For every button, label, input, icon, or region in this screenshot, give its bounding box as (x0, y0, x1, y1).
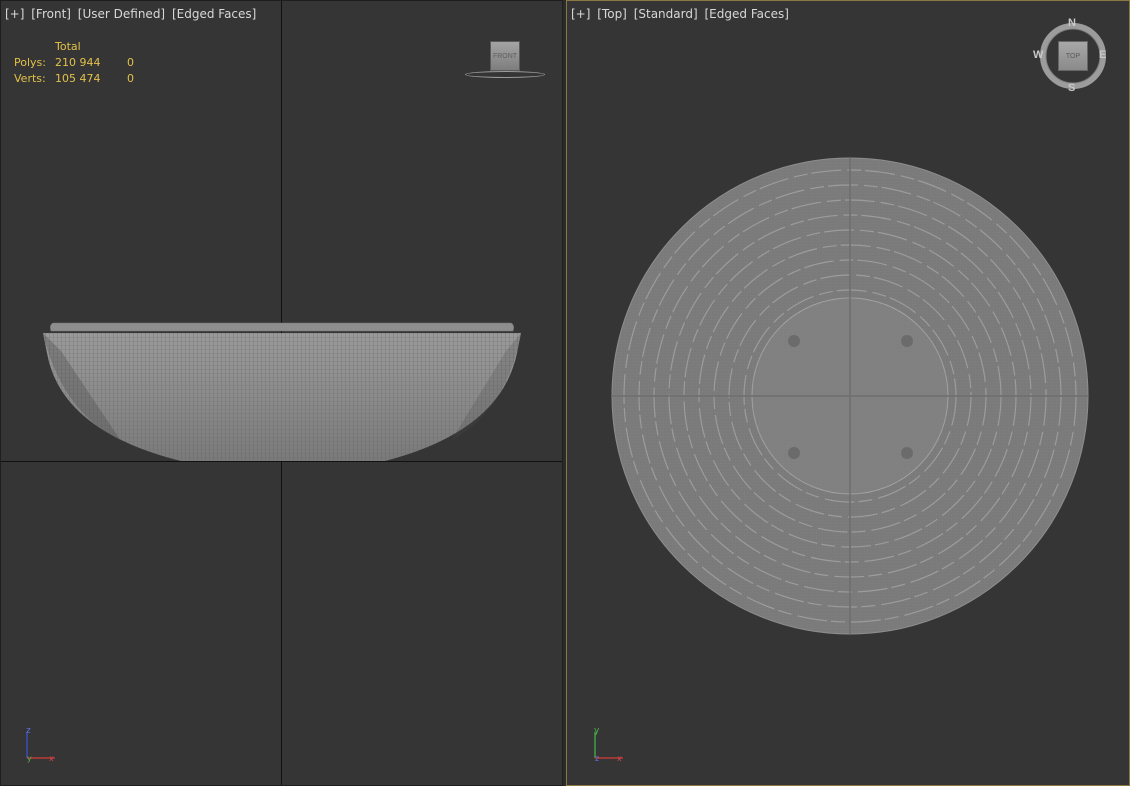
viewcube-compass[interactable]: TOP N S E W (1033, 17, 1107, 94)
viewcube[interactable]: FRONT (465, 41, 545, 81)
compass-west[interactable]: W (1033, 49, 1043, 61)
axis-tripod: z x y (26, 726, 55, 763)
axis-label-center: z (595, 754, 599, 763)
bowl-mesh-front[interactable] (1, 1, 563, 786)
axis-tripod: y x z (594, 726, 623, 763)
compass-south[interactable]: S (1068, 82, 1075, 94)
viewcube-face[interactable]: FRONT (490, 41, 520, 71)
viewcube-face[interactable]: TOP (1058, 41, 1088, 71)
axis-label-center: y (27, 754, 32, 763)
axis-label-right: x (49, 754, 54, 763)
viewcube-ring[interactable] (465, 71, 545, 78)
bowl-mesh-top[interactable] (567, 1, 1130, 786)
top-viewport[interactable]: [+] [Top] [Standard] [Edged Faces] TOP N… (566, 0, 1130, 786)
front-viewport[interactable]: [+] [Front] [User Defined] [Edged Faces]… (0, 0, 563, 786)
axis-label-up: z (26, 726, 31, 736)
compass-east[interactable]: E (1099, 49, 1106, 61)
axis-label-up: y (594, 726, 600, 736)
axis-label-right: x (617, 754, 622, 763)
compass-north[interactable]: N (1068, 17, 1076, 29)
